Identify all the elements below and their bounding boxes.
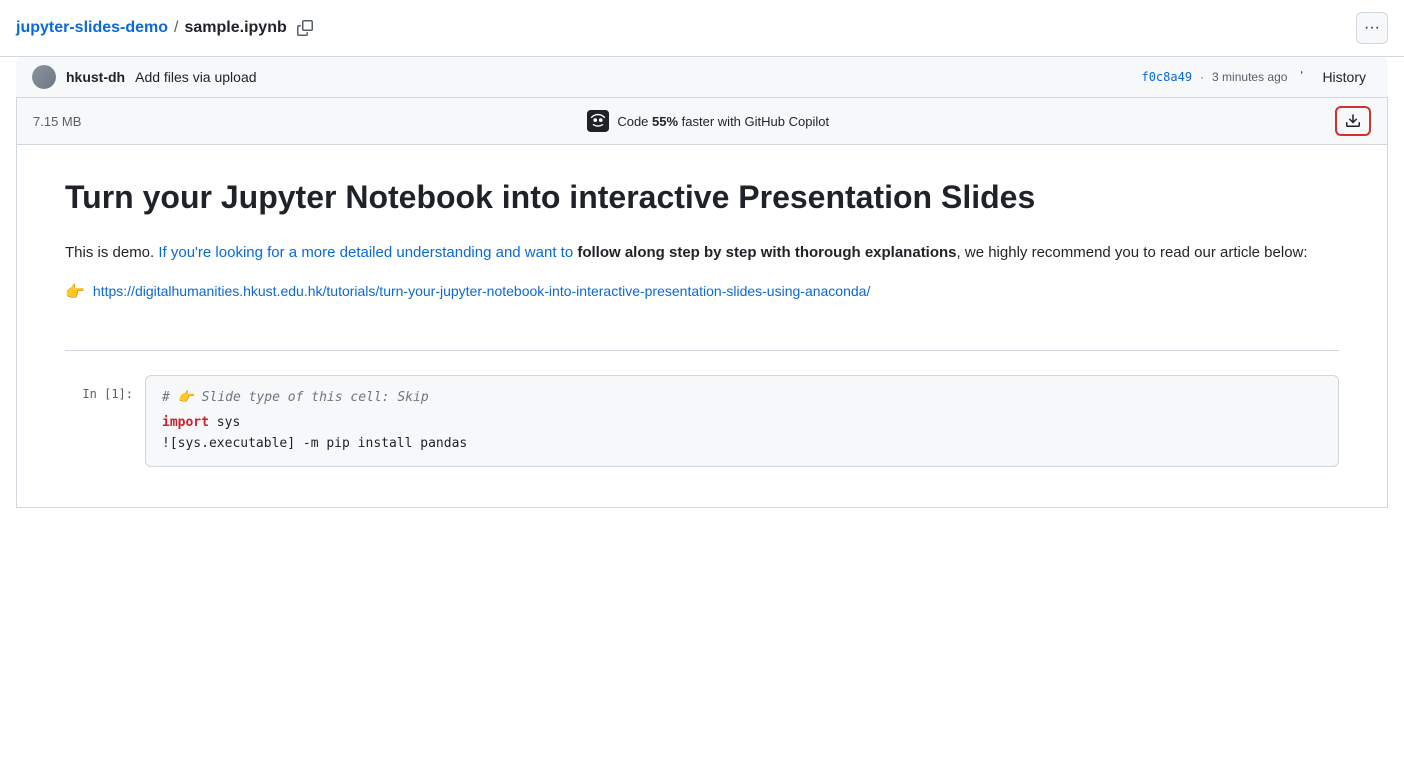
commit-bar: hkust-dh Add files via upload f0c8a49 · …: [16, 57, 1388, 98]
link-emoji: 👉: [65, 282, 85, 302]
copy-path-button[interactable]: [293, 18, 317, 38]
notebook-content: Turn your Jupyter Notebook into interact…: [16, 145, 1388, 508]
commit-message: Add files via upload: [135, 69, 256, 85]
breadcrumb-separator: /: [174, 19, 178, 37]
copilot-highlight: 55%: [652, 114, 678, 129]
code-line3-text: ![sys.executable] -m pip install pandas: [162, 436, 467, 451]
code-cell-1: In [1]: # 👉 Slide type of this cell: Ski…: [65, 375, 1339, 467]
intro-paragraph-full: This is demo. If you're looking for a mo…: [65, 241, 1339, 265]
commit-hash-link[interactable]: f0c8a49: [1141, 70, 1192, 84]
history-clock-icon: [1301, 69, 1317, 85]
file-size: 7.15 MB: [33, 114, 81, 129]
copilot-text: Code 55% faster with GitHub Copilot: [617, 114, 829, 129]
code-line-2: import sys: [162, 413, 1322, 434]
file-name: sample.ipynb: [184, 19, 286, 37]
file-info-bar: 7.15 MB Code 55% faster with GitHub Copi…: [16, 98, 1388, 145]
download-icon: [1345, 113, 1361, 129]
copilot-promo: Code 55% faster with GitHub Copilot: [587, 110, 829, 132]
history-button[interactable]: History: [1295, 67, 1372, 87]
commit-time: 3 minutes ago: [1212, 70, 1287, 84]
commit-separator: ·: [1200, 70, 1204, 84]
code-keyword-import: import: [162, 415, 209, 430]
avatar: [32, 65, 56, 89]
breadcrumb: jupyter-slides-demo / sample.ipynb: [16, 18, 317, 38]
copy-icon: [297, 20, 313, 36]
cell-label: In [1]:: [65, 375, 145, 401]
commit-info-left: hkust-dh Add files via upload: [32, 65, 257, 89]
code-line-3: ![sys.executable] -m pip install pandas: [162, 434, 1322, 455]
code-sys: sys: [209, 415, 240, 430]
commit-info-right: f0c8a49 · 3 minutes ago History: [1141, 67, 1372, 87]
link-container: 👉 https://digitalhumanities.hkust.edu.hk…: [65, 281, 1339, 326]
code-line-1: # 👉 Slide type of this cell: Skip: [162, 388, 1322, 409]
article-link[interactable]: https://digitalhumanities.hkust.edu.hk/t…: [93, 281, 870, 302]
section-divider: [65, 350, 1339, 351]
notebook-body: This is demo. If you're looking for a mo…: [65, 241, 1339, 467]
notebook-title: Turn your Jupyter Notebook into interact…: [65, 177, 1339, 217]
history-label: History: [1322, 69, 1366, 85]
code-comment: # 👉 Slide type of this cell: Skip: [162, 390, 429, 405]
more-options-button[interactable]: ···: [1356, 12, 1388, 44]
avatar-image: [32, 65, 56, 89]
top-bar: jupyter-slides-demo / sample.ipynb ···: [0, 0, 1404, 57]
copilot-text-before: Code: [617, 114, 652, 129]
download-button[interactable]: [1335, 106, 1371, 136]
repo-link[interactable]: jupyter-slides-demo: [16, 19, 168, 37]
copilot-text-after: faster with GitHub Copilot: [678, 114, 829, 129]
code-block: # 👉 Slide type of this cell: Skip import…: [145, 375, 1339, 467]
copilot-icon: [587, 110, 609, 132]
commit-username[interactable]: hkust-dh: [66, 69, 125, 85]
